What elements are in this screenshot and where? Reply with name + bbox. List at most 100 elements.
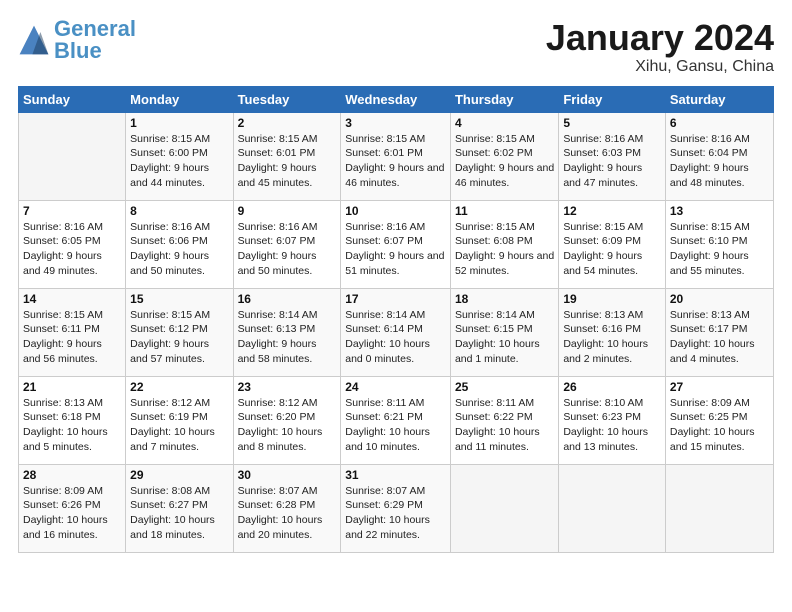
calendar-cell: 8Sunrise: 8:16 AMSunset: 6:06 PMDaylight…: [126, 200, 233, 288]
day-number: 14: [23, 292, 121, 306]
calendar-table: SundayMondayTuesdayWednesdayThursdayFrid…: [18, 86, 774, 553]
logo-text: General Blue: [54, 18, 136, 62]
day-number: 20: [670, 292, 769, 306]
weekday-friday: Friday: [559, 86, 666, 112]
day-info: Sunrise: 8:12 AMSunset: 6:19 PMDaylight:…: [130, 396, 228, 455]
day-info: Sunrise: 8:07 AMSunset: 6:29 PMDaylight:…: [345, 484, 446, 543]
logo: General Blue: [18, 18, 136, 62]
calendar-body: 1 Sunrise: 8:15 AMSunset: 6:00 PMDaylight…: [19, 112, 774, 552]
day-number: 29: [130, 468, 228, 482]
weekday-wednesday: Wednesday: [341, 86, 451, 112]
calendar-cell: 20 Sunrise: 8:13 AMSunset: 6:17 PMDayligh…: [665, 288, 773, 376]
calendar-cell: 22Sunrise: 8:12 AMSunset: 6:19 PMDayligh…: [126, 376, 233, 464]
logo-icon: [18, 24, 50, 56]
calendar-cell: 4Sunrise: 8:15 AMSunset: 6:02 PMDaylight…: [450, 112, 558, 200]
week-row-0: 1 Sunrise: 8:15 AMSunset: 6:00 PMDaylight…: [19, 112, 774, 200]
title-area: January 2024 Xihu, Gansu, China: [546, 18, 774, 76]
calendar-cell: 27Sunrise: 8:09 AMSunset: 6:25 PMDayligh…: [665, 376, 773, 464]
day-info: Sunrise: 8:16 AMSunset: 6:07 PMDaylight:…: [238, 220, 337, 279]
day-number: 25: [455, 380, 554, 394]
calendar-cell: 30 Sunrise: 8:07 AMSunset: 6:28 PMDayligh…: [233, 464, 341, 552]
calendar-cell: [665, 464, 773, 552]
calendar-cell: 11Sunrise: 8:15 AMSunset: 6:08 PMDayligh…: [450, 200, 558, 288]
day-number: 19: [563, 292, 661, 306]
day-number: 18: [455, 292, 554, 306]
day-number: 12: [563, 204, 661, 218]
logo-blue: Blue: [54, 38, 102, 63]
day-number: 31: [345, 468, 446, 482]
day-info: Sunrise: 8:09 AMSunset: 6:26 PMDaylight:…: [23, 484, 121, 543]
day-info: Sunrise: 8:15 AMSunset: 6:01 PMDaylight:…: [238, 132, 337, 191]
day-number: 26: [563, 380, 661, 394]
page: General Blue January 2024 Xihu, Gansu, C…: [0, 0, 792, 612]
day-number: 13: [670, 204, 769, 218]
day-info: Sunrise: 8:13 AMSunset: 6:18 PMDaylight:…: [23, 396, 121, 455]
day-info: Sunrise: 8:15 AMSunset: 6:00 PMDaylight:…: [130, 132, 228, 191]
calendar-cell: 21 Sunrise: 8:13 AMSunset: 6:18 PMDayligh…: [19, 376, 126, 464]
day-number: 1: [130, 116, 228, 130]
day-info: Sunrise: 8:12 AMSunset: 6:20 PMDaylight:…: [238, 396, 337, 455]
calendar-cell: 19 Sunrise: 8:13 AMSunset: 6:16 PMDayligh…: [559, 288, 666, 376]
week-row-1: 7 Sunrise: 8:16 AMSunset: 6:05 PMDaylight…: [19, 200, 774, 288]
day-number: 23: [238, 380, 337, 394]
day-info: Sunrise: 8:16 AMSunset: 6:06 PMDaylight:…: [130, 220, 228, 279]
calendar-cell: 14 Sunrise: 8:15 AMSunset: 6:11 PMDayligh…: [19, 288, 126, 376]
day-number: 27: [670, 380, 769, 394]
month-title: January 2024: [546, 18, 774, 58]
weekday-thursday: Thursday: [450, 86, 558, 112]
day-info: Sunrise: 8:16 AMSunset: 6:04 PMDaylight:…: [670, 132, 769, 191]
calendar-cell: 9 Sunrise: 8:16 AMSunset: 6:07 PMDaylight…: [233, 200, 341, 288]
day-number: 21: [23, 380, 121, 394]
week-row-3: 21 Sunrise: 8:13 AMSunset: 6:18 PMDayligh…: [19, 376, 774, 464]
calendar-cell: [559, 464, 666, 552]
calendar-cell: 5Sunrise: 8:16 AMSunset: 6:03 PMDaylight…: [559, 112, 666, 200]
calendar-cell: 26 Sunrise: 8:10 AMSunset: 6:23 PMDayligh…: [559, 376, 666, 464]
day-info: Sunrise: 8:15 AMSunset: 6:12 PMDaylight:…: [130, 308, 228, 367]
day-number: 30: [238, 468, 337, 482]
day-info: Sunrise: 8:13 AMSunset: 6:16 PMDaylight:…: [563, 308, 661, 367]
day-number: 9: [238, 204, 337, 218]
calendar-cell: 1 Sunrise: 8:15 AMSunset: 6:00 PMDaylight…: [126, 112, 233, 200]
calendar-cell: 24 Sunrise: 8:11 AMSunset: 6:21 PMDayligh…: [341, 376, 451, 464]
day-info: Sunrise: 8:16 AMSunset: 6:03 PMDaylight:…: [563, 132, 661, 191]
calendar-cell: 29Sunrise: 8:08 AMSunset: 6:27 PMDayligh…: [126, 464, 233, 552]
day-info: Sunrise: 8:16 AMSunset: 6:07 PMDaylight:…: [345, 220, 446, 279]
day-info: Sunrise: 8:15 AMSunset: 6:09 PMDaylight:…: [563, 220, 661, 279]
day-number: 4: [455, 116, 554, 130]
weekday-monday: Monday: [126, 86, 233, 112]
week-row-2: 14 Sunrise: 8:15 AMSunset: 6:11 PMDayligh…: [19, 288, 774, 376]
day-info: Sunrise: 8:15 AMSunset: 6:10 PMDaylight:…: [670, 220, 769, 279]
day-info: Sunrise: 8:11 AMSunset: 6:22 PMDaylight:…: [455, 396, 554, 455]
day-info: Sunrise: 8:10 AMSunset: 6:23 PMDaylight:…: [563, 396, 661, 455]
calendar-cell: 31 Sunrise: 8:07 AMSunset: 6:29 PMDayligh…: [341, 464, 451, 552]
day-number: 2: [238, 116, 337, 130]
day-number: 17: [345, 292, 446, 306]
week-row-4: 28 Sunrise: 8:09 AMSunset: 6:26 PMDayligh…: [19, 464, 774, 552]
day-number: 7: [23, 204, 121, 218]
day-info: Sunrise: 8:16 AMSunset: 6:05 PMDaylight:…: [23, 220, 121, 279]
calendar-cell: 18Sunrise: 8:14 AMSunset: 6:15 PMDayligh…: [450, 288, 558, 376]
day-info: Sunrise: 8:11 AMSunset: 6:21 PMDaylight:…: [345, 396, 446, 455]
calendar-cell: 17 Sunrise: 8:14 AMSunset: 6:14 PMDayligh…: [341, 288, 451, 376]
day-info: Sunrise: 8:14 AMSunset: 6:13 PMDaylight:…: [238, 308, 337, 367]
calendar-cell: [450, 464, 558, 552]
calendar-cell: 28 Sunrise: 8:09 AMSunset: 6:26 PMDayligh…: [19, 464, 126, 552]
calendar-cell: 6 Sunrise: 8:16 AMSunset: 6:04 PMDaylight…: [665, 112, 773, 200]
calendar-cell: 13 Sunrise: 8:15 AMSunset: 6:10 PMDayligh…: [665, 200, 773, 288]
day-number: 6: [670, 116, 769, 130]
calendar-cell: 15Sunrise: 8:15 AMSunset: 6:12 PMDayligh…: [126, 288, 233, 376]
day-number: 24: [345, 380, 446, 394]
day-info: Sunrise: 8:14 AMSunset: 6:14 PMDaylight:…: [345, 308, 446, 367]
weekday-sunday: Sunday: [19, 86, 126, 112]
calendar-cell: 16Sunrise: 8:14 AMSunset: 6:13 PMDayligh…: [233, 288, 341, 376]
weekday-saturday: Saturday: [665, 86, 773, 112]
day-info: Sunrise: 8:07 AMSunset: 6:28 PMDaylight:…: [238, 484, 337, 543]
calendar-header: SundayMondayTuesdayWednesdayThursdayFrid…: [19, 86, 774, 112]
calendar-cell: 2 Sunrise: 8:15 AMSunset: 6:01 PMDaylight…: [233, 112, 341, 200]
day-info: Sunrise: 8:15 AMSunset: 6:11 PMDaylight:…: [23, 308, 121, 367]
calendar-cell: [19, 112, 126, 200]
day-info: Sunrise: 8:13 AMSunset: 6:17 PMDaylight:…: [670, 308, 769, 367]
calendar-cell: 7 Sunrise: 8:16 AMSunset: 6:05 PMDaylight…: [19, 200, 126, 288]
day-number: 28: [23, 468, 121, 482]
calendar-cell: 25 Sunrise: 8:11 AMSunset: 6:22 PMDayligh…: [450, 376, 558, 464]
